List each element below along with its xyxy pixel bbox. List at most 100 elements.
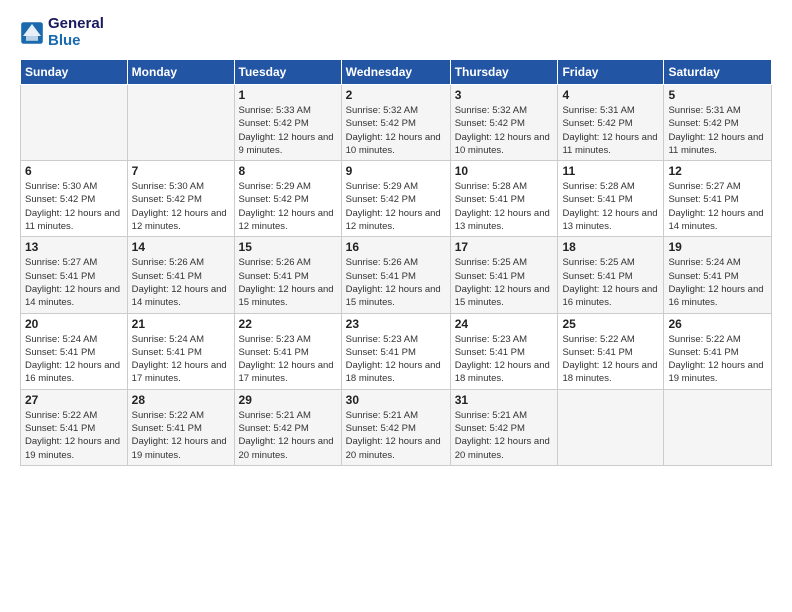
- day-info: Sunrise: 5:26 AM Sunset: 5:41 PM Dayligh…: [239, 256, 337, 309]
- calendar-cell: 8 Sunrise: 5:29 AM Sunset: 5:42 PM Daylig…: [234, 161, 341, 237]
- calendar-cell: 14 Sunrise: 5:26 AM Sunset: 5:41 PM Dayli…: [127, 237, 234, 313]
- calendar-week-5: 27 Sunrise: 5:22 AM Sunset: 5:41 PM Dayli…: [21, 389, 772, 465]
- calendar-cell: 10 Sunrise: 5:28 AM Sunset: 5:41 PM Dayli…: [450, 161, 558, 237]
- calendar-cell: 2 Sunrise: 5:32 AM Sunset: 5:42 PM Daylig…: [341, 85, 450, 161]
- day-info: Sunrise: 5:32 AM Sunset: 5:42 PM Dayligh…: [346, 104, 446, 157]
- day-info: Sunrise: 5:23 AM Sunset: 5:41 PM Dayligh…: [239, 333, 337, 386]
- calendar-cell: 6 Sunrise: 5:30 AM Sunset: 5:42 PM Daylig…: [21, 161, 128, 237]
- day-number: 1: [239, 88, 337, 102]
- calendar-cell: [21, 85, 128, 161]
- day-header-wednesday: Wednesday: [341, 60, 450, 85]
- day-number: 26: [668, 317, 767, 331]
- page: General Blue SundayMondayTuesdayWednesda…: [0, 0, 792, 612]
- day-info: Sunrise: 5:29 AM Sunset: 5:42 PM Dayligh…: [346, 180, 446, 233]
- day-number: 15: [239, 240, 337, 254]
- day-number: 13: [25, 240, 123, 254]
- day-info: Sunrise: 5:30 AM Sunset: 5:42 PM Dayligh…: [25, 180, 123, 233]
- calendar-cell: 18 Sunrise: 5:25 AM Sunset: 5:41 PM Dayli…: [558, 237, 664, 313]
- day-number: 21: [132, 317, 230, 331]
- day-number: 11: [562, 164, 659, 178]
- day-info: Sunrise: 5:21 AM Sunset: 5:42 PM Dayligh…: [455, 409, 554, 462]
- day-info: Sunrise: 5:32 AM Sunset: 5:42 PM Dayligh…: [455, 104, 554, 157]
- day-info: Sunrise: 5:22 AM Sunset: 5:41 PM Dayligh…: [132, 409, 230, 462]
- day-number: 5: [668, 88, 767, 102]
- day-header-saturday: Saturday: [664, 60, 772, 85]
- day-number: 31: [455, 393, 554, 407]
- calendar-cell: 26 Sunrise: 5:22 AM Sunset: 5:41 PM Dayli…: [664, 313, 772, 389]
- day-info: Sunrise: 5:22 AM Sunset: 5:41 PM Dayligh…: [25, 409, 123, 462]
- day-info: Sunrise: 5:33 AM Sunset: 5:42 PM Dayligh…: [239, 104, 337, 157]
- day-number: 23: [346, 317, 446, 331]
- calendar-cell: 30 Sunrise: 5:21 AM Sunset: 5:42 PM Dayli…: [341, 389, 450, 465]
- calendar-cell: 4 Sunrise: 5:31 AM Sunset: 5:42 PM Daylig…: [558, 85, 664, 161]
- calendar-cell: 29 Sunrise: 5:21 AM Sunset: 5:42 PM Dayli…: [234, 389, 341, 465]
- day-number: 17: [455, 240, 554, 254]
- header: General Blue: [20, 16, 772, 49]
- day-number: 28: [132, 393, 230, 407]
- day-info: Sunrise: 5:23 AM Sunset: 5:41 PM Dayligh…: [346, 333, 446, 386]
- day-info: Sunrise: 5:27 AM Sunset: 5:41 PM Dayligh…: [25, 256, 123, 309]
- day-number: 16: [346, 240, 446, 254]
- calendar-cell: 12 Sunrise: 5:27 AM Sunset: 5:41 PM Dayli…: [664, 161, 772, 237]
- calendar-cell: 20 Sunrise: 5:24 AM Sunset: 5:41 PM Dayli…: [21, 313, 128, 389]
- day-info: Sunrise: 5:31 AM Sunset: 5:42 PM Dayligh…: [668, 104, 767, 157]
- day-number: 18: [562, 240, 659, 254]
- day-header-friday: Friday: [558, 60, 664, 85]
- day-header-sunday: Sunday: [21, 60, 128, 85]
- calendar-cell: 28 Sunrise: 5:22 AM Sunset: 5:41 PM Dayli…: [127, 389, 234, 465]
- day-number: 25: [562, 317, 659, 331]
- day-info: Sunrise: 5:23 AM Sunset: 5:41 PM Dayligh…: [455, 333, 554, 386]
- day-info: Sunrise: 5:26 AM Sunset: 5:41 PM Dayligh…: [132, 256, 230, 309]
- day-number: 30: [346, 393, 446, 407]
- day-info: Sunrise: 5:29 AM Sunset: 5:42 PM Dayligh…: [239, 180, 337, 233]
- day-info: Sunrise: 5:31 AM Sunset: 5:42 PM Dayligh…: [562, 104, 659, 157]
- calendar-cell: 19Sunrise: 5:24 AM Sunset: 5:41 PM Dayli…: [664, 237, 772, 313]
- calendar-cell: 23 Sunrise: 5:23 AM Sunset: 5:41 PM Dayli…: [341, 313, 450, 389]
- day-number: 10: [455, 164, 554, 178]
- calendar-cell: 13 Sunrise: 5:27 AM Sunset: 5:41 PM Dayli…: [21, 237, 128, 313]
- day-number: 24: [455, 317, 554, 331]
- day-info: Sunrise: 5:22 AM Sunset: 5:41 PM Dayligh…: [668, 333, 767, 386]
- day-info: Sunrise: 5:25 AM Sunset: 5:41 PM Dayligh…: [562, 256, 659, 309]
- logo-icon: [20, 21, 44, 45]
- calendar-cell: 27 Sunrise: 5:22 AM Sunset: 5:41 PM Dayli…: [21, 389, 128, 465]
- day-number: 22: [239, 317, 337, 331]
- logo-text: General Blue: [48, 16, 104, 49]
- calendar-cell: 16 Sunrise: 5:26 AM Sunset: 5:41 PM Dayli…: [341, 237, 450, 313]
- calendar-cell: 31 Sunrise: 5:21 AM Sunset: 5:42 PM Dayli…: [450, 389, 558, 465]
- calendar-cell: 25 Sunrise: 5:22 AM Sunset: 5:41 PM Dayli…: [558, 313, 664, 389]
- day-header-thursday: Thursday: [450, 60, 558, 85]
- day-info: Sunrise: 5:22 AM Sunset: 5:41 PM Dayligh…: [562, 333, 659, 386]
- day-info: Sunrise: 5:28 AM Sunset: 5:41 PM Dayligh…: [562, 180, 659, 233]
- day-info: Sunrise: 5:21 AM Sunset: 5:42 PM Dayligh…: [346, 409, 446, 462]
- day-number: 4: [562, 88, 659, 102]
- day-number: 14: [132, 240, 230, 254]
- calendar-week-3: 13 Sunrise: 5:27 AM Sunset: 5:41 PM Dayli…: [21, 237, 772, 313]
- day-info: Sunrise: 5:21 AM Sunset: 5:42 PM Dayligh…: [239, 409, 337, 462]
- day-header-tuesday: Tuesday: [234, 60, 341, 85]
- calendar-cell: 17 Sunrise: 5:25 AM Sunset: 5:41 PM Dayli…: [450, 237, 558, 313]
- day-number: 9: [346, 164, 446, 178]
- calendar-cell: [664, 389, 772, 465]
- day-number: 29: [239, 393, 337, 407]
- day-number: 27: [25, 393, 123, 407]
- day-header-monday: Monday: [127, 60, 234, 85]
- day-info: Sunrise: 5:25 AM Sunset: 5:41 PM Dayligh…: [455, 256, 554, 309]
- day-number: 2: [346, 88, 446, 102]
- day-number: 8: [239, 164, 337, 178]
- day-info: Sunrise: 5:28 AM Sunset: 5:41 PM Dayligh…: [455, 180, 554, 233]
- day-number: 20: [25, 317, 123, 331]
- calendar-cell: 24 Sunrise: 5:23 AM Sunset: 5:41 PM Dayli…: [450, 313, 558, 389]
- day-number: 6: [25, 164, 123, 178]
- day-number: 12: [668, 164, 767, 178]
- logo: General Blue: [20, 16, 104, 49]
- calendar-cell: 15 Sunrise: 5:26 AM Sunset: 5:41 PM Dayli…: [234, 237, 341, 313]
- calendar-cell: 5 Sunrise: 5:31 AM Sunset: 5:42 PM Daylig…: [664, 85, 772, 161]
- day-info: Sunrise: 5:26 AM Sunset: 5:41 PM Dayligh…: [346, 256, 446, 309]
- day-info: Sunrise: 5:27 AM Sunset: 5:41 PM Dayligh…: [668, 180, 767, 233]
- calendar-cell: 21Sunrise: 5:24 AM Sunset: 5:41 PM Dayli…: [127, 313, 234, 389]
- day-number: 19: [668, 240, 767, 254]
- calendar-cell: 22 Sunrise: 5:23 AM Sunset: 5:41 PM Dayli…: [234, 313, 341, 389]
- day-info: Sunrise: 5:24 AM Sunset: 5:41 PM Dayligh…: [25, 333, 123, 386]
- calendar-cell: 11 Sunrise: 5:28 AM Sunset: 5:41 PM Dayli…: [558, 161, 664, 237]
